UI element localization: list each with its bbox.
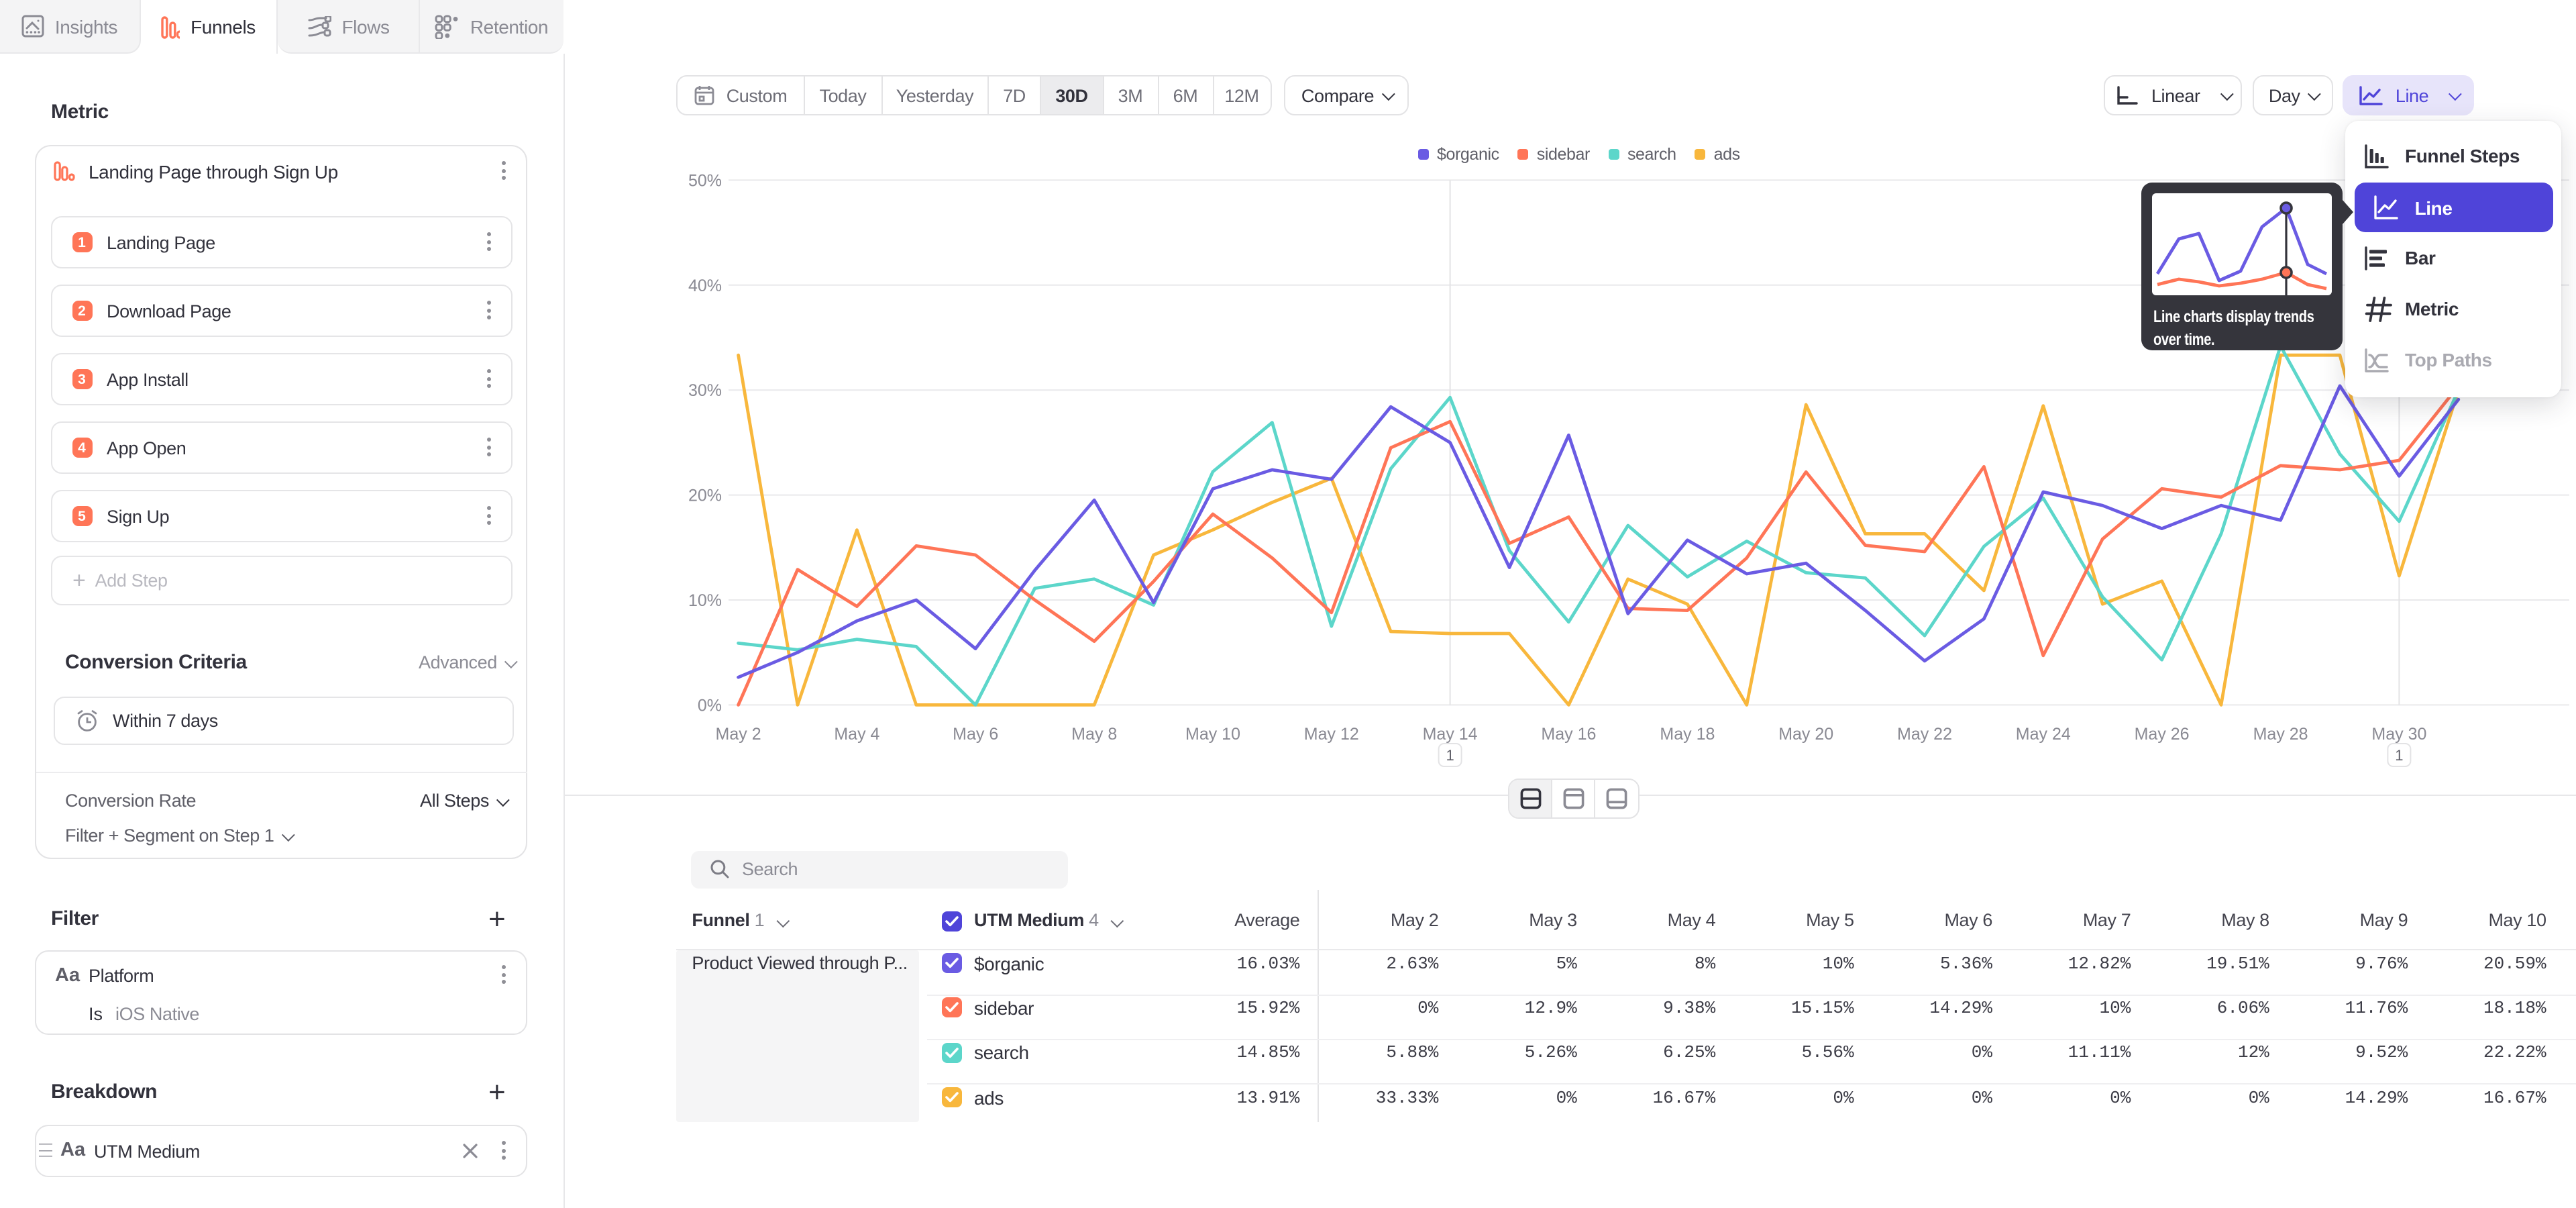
svg-text:May 12: May 12 — [1304, 725, 1359, 744]
svg-text:30%: 30% — [688, 381, 722, 400]
svg-text:May 24: May 24 — [2016, 725, 2071, 744]
svg-text:May 8: May 8 — [1071, 725, 1117, 744]
svg-text:50%: 50% — [688, 171, 722, 190]
svg-text:May 10: May 10 — [1185, 725, 1240, 744]
svg-text:May 26: May 26 — [2135, 725, 2190, 744]
svg-text:20%: 20% — [688, 487, 722, 505]
svg-text:May 2: May 2 — [716, 725, 761, 744]
svg-text:May 16: May 16 — [1541, 725, 1596, 744]
svg-text:40%: 40% — [688, 276, 722, 295]
svg-text:May 22: May 22 — [1897, 725, 1952, 744]
svg-text:May 20: May 20 — [1778, 725, 1833, 744]
svg-text:May 18: May 18 — [1660, 725, 1715, 744]
svg-text:10%: 10% — [688, 591, 722, 610]
svg-text:May 28: May 28 — [2253, 725, 2308, 744]
svg-text:1: 1 — [1446, 747, 1454, 764]
svg-text:May 6: May 6 — [953, 725, 998, 744]
svg-text:May 14: May 14 — [1423, 725, 1478, 744]
svg-text:May 4: May 4 — [834, 725, 879, 744]
svg-text:1: 1 — [2395, 747, 2403, 764]
svg-text:0%: 0% — [698, 696, 722, 715]
svg-text:May 30: May 30 — [2371, 725, 2426, 744]
